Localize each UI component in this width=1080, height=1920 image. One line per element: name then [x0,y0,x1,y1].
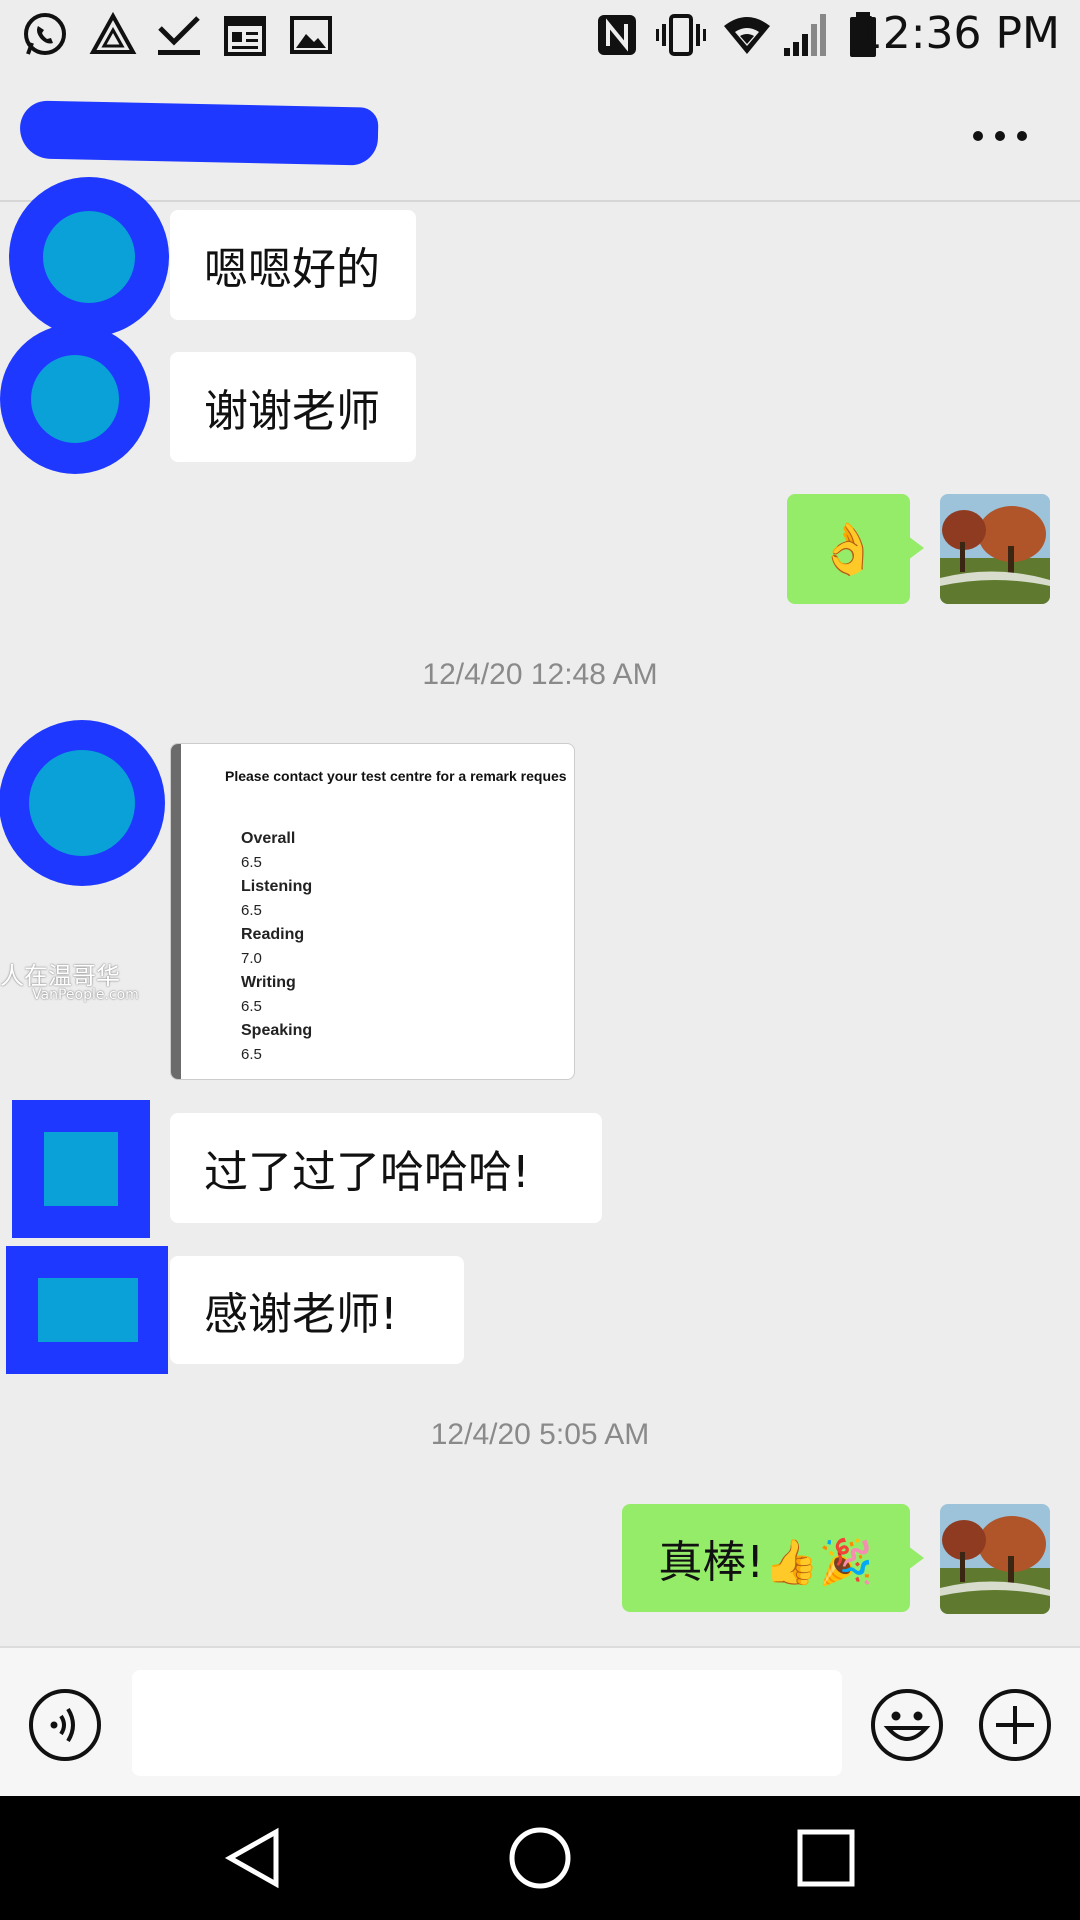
score-value: 6.5 [241,998,262,1015]
score-screenshot-image[interactable]: Please contact your test centre for a re… [170,743,575,1080]
score-value: 7.0 [241,950,262,967]
nfc-icon [598,15,636,55]
clock: 12:36 PM [854,8,1060,59]
image-notice-text: Please contact your test centre for a re… [225,768,567,784]
score-value: 6.5 [241,1046,262,1063]
tree-photo-icon [940,494,1050,604]
message-text: 嗯嗯好的 [204,244,380,295]
score-label: Writing [241,974,296,991]
message-text: 感谢老师! [204,1289,398,1340]
message-text: 真棒!👍🎉 [658,1537,874,1588]
input-bar [0,1646,1080,1796]
home-icon[interactable] [508,1826,572,1890]
sent-message-bubble[interactable]: 👌 [787,494,924,604]
avatar-redacted[interactable] [0,320,154,478]
message-input[interactable] [132,1670,842,1776]
wifi-icon [724,17,770,54]
my-avatar[interactable] [940,494,1050,604]
score-label: Reading [241,926,305,943]
watermark-subtext: VanPeople.com [32,987,139,1003]
timestamp: 12/4/20 5:05 AM [430,1418,650,1451]
message-text: 👌 [817,519,880,578]
emoji-icon[interactable] [870,1688,944,1762]
score-label: Overall [241,830,296,847]
timestamp: 12/4/20 12:48 AM [422,658,658,691]
more-icon[interactable] [970,126,1030,146]
download-icon [158,16,200,55]
message-bubble[interactable]: 感谢老师! [170,1256,464,1364]
avatar-redacted[interactable] [12,1100,150,1238]
watermark: 人在温哥华 VanPeople.com [0,956,160,1004]
drive-icon [89,11,137,54]
redacted-contact-name [19,100,379,166]
score-label: Listening [241,878,313,895]
score-value: 6.5 [241,854,262,871]
my-avatar[interactable] [940,1504,1050,1614]
avatar-redacted[interactable] [8,176,170,338]
status-bar: 12:36 PM [0,0,1080,74]
message-bubble[interactable]: 嗯嗯好的 [170,210,416,320]
back-icon[interactable] [222,1826,286,1890]
tree-photo-icon [940,1504,1050,1614]
avatar-redacted[interactable] [6,1246,168,1374]
message-bubble[interactable]: 谢谢老师 [170,352,416,462]
message-text: 过了过了哈哈哈! [204,1147,530,1198]
news-icon [224,16,266,56]
sent-message-bubble[interactable]: 真棒!👍🎉 [622,1504,924,1612]
signal-icon [784,14,826,56]
whatsapp-icon [24,13,66,55]
watermark-text: 人在温哥华 [0,962,120,990]
recents-icon[interactable] [794,1826,858,1890]
plus-icon[interactable] [978,1688,1052,1762]
avatar-redacted[interactable] [0,718,166,888]
score-value: 6.5 [241,902,262,919]
message-bubble[interactable]: 过了过了哈哈哈! [170,1113,602,1223]
gallery-icon [290,16,332,54]
score-label: Speaking [241,1022,313,1039]
image-left-edge [171,744,181,1079]
voice-icon[interactable] [28,1688,102,1762]
message-text: 谢谢老师 [204,386,380,437]
navigation-bar [0,1796,1080,1920]
vibrate-icon [656,14,706,56]
